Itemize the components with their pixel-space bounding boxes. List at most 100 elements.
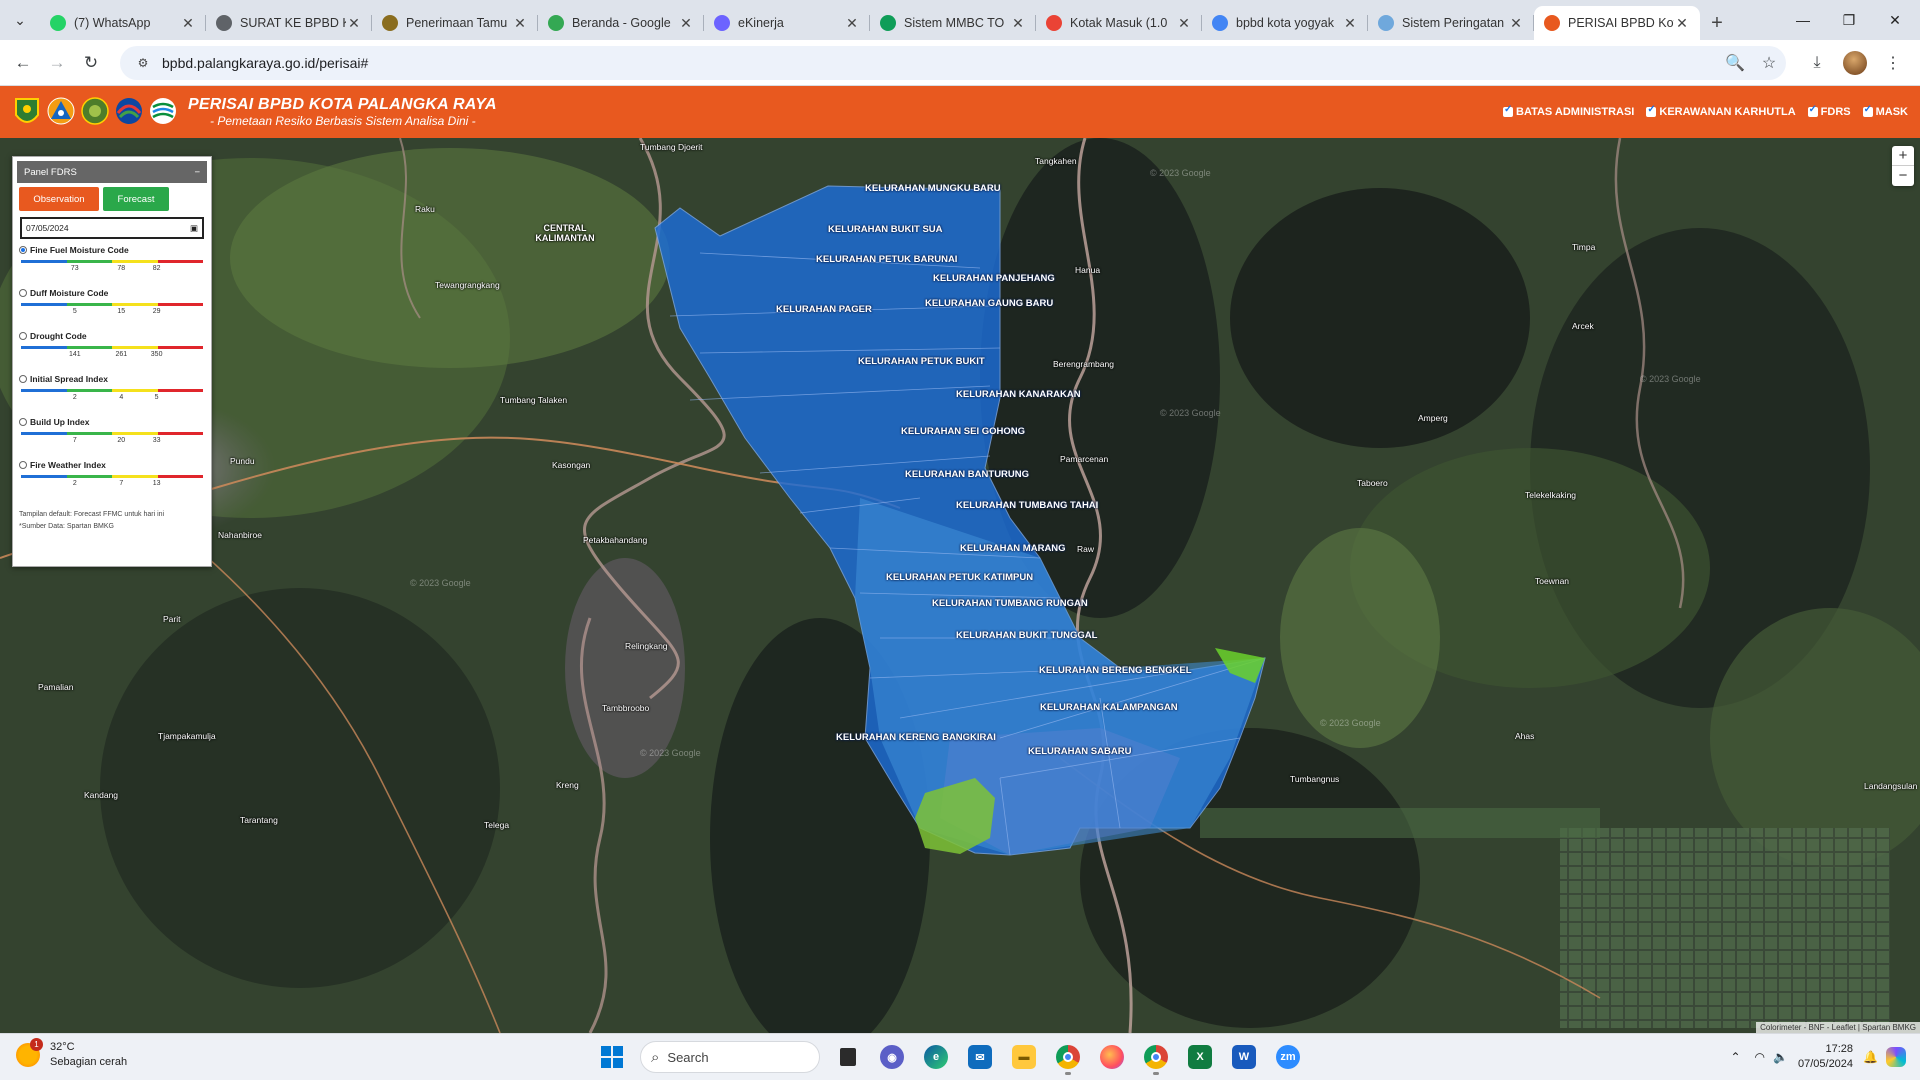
tab-close-icon[interactable]: ✕ [1342,15,1358,32]
profile-avatar[interactable] [1838,46,1872,80]
index-option[interactable]: Initial Spread Index 2 4 5 [19,372,205,415]
date-input[interactable]: 07/05/2024 ▣ [20,217,204,239]
tab-title: Sistem Peringatan [1402,16,1505,30]
map-view[interactable]: KELURAHAN MUNGKU BARU KELURAHAN BUKIT SUA… [0,138,1920,1033]
index-radio[interactable] [19,375,27,383]
close-window-icon[interactable]: ✕ [1872,0,1918,40]
chrome-icon[interactable] [1048,1038,1088,1076]
browser-tab[interactable]: Kotak Masuk (1.0 ✕ [1036,6,1202,40]
layer-toggle[interactable]: MASK [1862,104,1908,118]
tab-close-icon[interactable]: ✕ [678,15,694,32]
index-option[interactable]: Fine Fuel Moisture Code 73 78 82 [19,243,205,286]
checkbox-checked-icon[interactable] [1646,104,1657,117]
back-icon[interactable]: ← [6,46,40,80]
browser-tab[interactable]: SURAT KE BPBD K ✕ [206,6,372,40]
tray-overflow-icon[interactable]: ⌃ [1730,1050,1740,1064]
taskbar-search-box[interactable]: ⌕ Search [640,1041,820,1073]
agency-seal-logo [80,95,110,129]
index-scale-ticks: 141 261 350 [19,349,205,359]
index-radio[interactable] [19,289,27,297]
bookmark-star-icon[interactable]: ☆ [1752,53,1786,73]
url-text[interactable]: bpbd.palangkaraya.go.id/perisai# [162,55,1718,71]
calendar-icon[interactable]: ▣ [190,223,198,234]
notification-bell-icon[interactable]: 🔔 [1863,1050,1878,1064]
copilot-icon[interactable] [1886,1047,1906,1067]
zoom-app-icon[interactable]: zm [1268,1038,1308,1076]
excel-icon[interactable]: X [1180,1038,1220,1076]
map-attribution[interactable]: Colorimeter - BNF - Leaflet | Spartan BM… [1756,1022,1920,1033]
index-scale-ticks: 2 4 5 [19,392,205,402]
checkbox-checked-icon[interactable] [1807,104,1818,117]
chrome-profile-icon[interactable] [1136,1038,1176,1076]
browser-tab[interactable]: bpbd kota yogyak ✕ [1202,6,1368,40]
zoom-icon[interactable]: 🔍 [1718,53,1752,73]
clock[interactable]: 17:28 07/05/2024 [1798,1042,1853,1072]
site-info-icon[interactable]: ⚙ [128,56,158,70]
forward-icon[interactable]: → [40,46,74,80]
word-icon[interactable]: W [1224,1038,1264,1076]
layer-toggle[interactable]: BATAS ADMINISTRASI [1503,104,1634,118]
browser-tab[interactable]: eKinerja ✕ [704,6,870,40]
checkbox-checked-icon[interactable] [1503,104,1514,117]
reload-icon[interactable]: ↻ [74,46,108,80]
address-bar[interactable]: ⚙ bpbd.palangkaraya.go.id/perisai# 🔍 ☆ [120,45,1786,80]
layer-toggle[interactable]: KERAWANAN KARHUTLA [1646,104,1796,118]
tab-title: bpbd kota yogyak [1236,16,1334,30]
panel-collapse-button[interactable]: − [194,167,200,178]
place-label: Parit [163,614,181,624]
tab-close-icon[interactable]: ✕ [1176,15,1192,32]
browser-tab[interactable]: (7) WhatsApp ✕ [40,6,206,40]
menu-icon[interactable]: ⋮ [1876,46,1910,80]
edge-icon[interactable]: e [916,1038,956,1076]
firefox-icon[interactable] [1092,1038,1132,1076]
volume-icon[interactable]: 🔈 [1773,1050,1788,1064]
zoom-in-button[interactable]: + [1892,146,1914,166]
layer-toggle[interactable]: FDRS [1807,104,1851,118]
index-option[interactable]: Drought Code 141 261 350 [19,329,205,372]
tab-close-icon[interactable]: ✕ [1674,15,1690,32]
tab-close-icon[interactable]: ✕ [346,15,362,32]
weather-temperature: 32°C [50,1041,75,1053]
browser-tab[interactable]: Sistem Peringatan ✕ [1368,6,1534,40]
tab-search-icon[interactable]: ⌄ [0,0,40,40]
layer-label: KERAWANAN KARHUTLA [1659,106,1796,118]
scale-tick: 2 [72,394,77,401]
weather-widget[interactable]: 1 32°C Sebagian cerah [16,1038,127,1070]
tab-close-icon[interactable]: ✕ [1010,15,1026,32]
panel-title: Panel FDRS [24,166,77,178]
forecast-button[interactable]: Forecast [103,187,169,211]
checkbox-checked-icon[interactable] [1862,104,1873,117]
download-icon[interactable]: ⤓ [1800,46,1834,80]
index-option[interactable]: Fire Weather Index 2 7 13 [19,458,205,501]
place-label: Pundu [230,456,255,466]
tab-close-icon[interactable]: ✕ [844,15,860,32]
new-tab-button[interactable]: + [1700,6,1734,40]
tab-close-icon[interactable]: ✕ [1508,15,1524,32]
index-option[interactable]: Duff Moisture Code 5 15 29 [19,286,205,329]
observation-button[interactable]: Observation [19,187,99,211]
teams-icon[interactable]: ◉ [872,1038,912,1076]
restore-icon[interactable]: ❐ [1826,0,1872,40]
scale-tick: 15 [117,308,126,315]
browser-tab[interactable]: PERISAI BPBD Kot ✕ [1534,6,1700,40]
mail-icon[interactable]: ✉ [960,1038,1000,1076]
index-radio[interactable] [19,246,27,254]
file-explorer-icon[interactable]: ▬ [1004,1038,1044,1076]
place-label: Tarantang [240,815,278,825]
minimize-icon[interactable]: — [1780,0,1826,40]
start-button[interactable] [592,1038,632,1076]
tab-close-icon[interactable]: ✕ [512,15,528,32]
index-option[interactable]: Build Up Index 7 20 33 [19,415,205,458]
index-radio[interactable] [19,461,27,469]
index-radio[interactable] [19,418,27,426]
scale-tick: 2 [72,480,77,487]
kelurahan-label: KELURAHAN TUMBANG RUNGAN [932,598,1088,609]
zoom-out-button[interactable]: − [1892,166,1914,186]
browser-tab[interactable]: Beranda - Google ✕ [538,6,704,40]
wifi-icon[interactable]: ◠ [1755,1050,1765,1064]
tab-close-icon[interactable]: ✕ [180,15,196,32]
index-radio[interactable] [19,332,27,340]
browser-tab[interactable]: Sistem MMBC TO ✕ [870,6,1036,40]
browser-tab[interactable]: Penerimaan Tamu ✕ [372,6,538,40]
task-view-icon[interactable] [828,1038,868,1076]
